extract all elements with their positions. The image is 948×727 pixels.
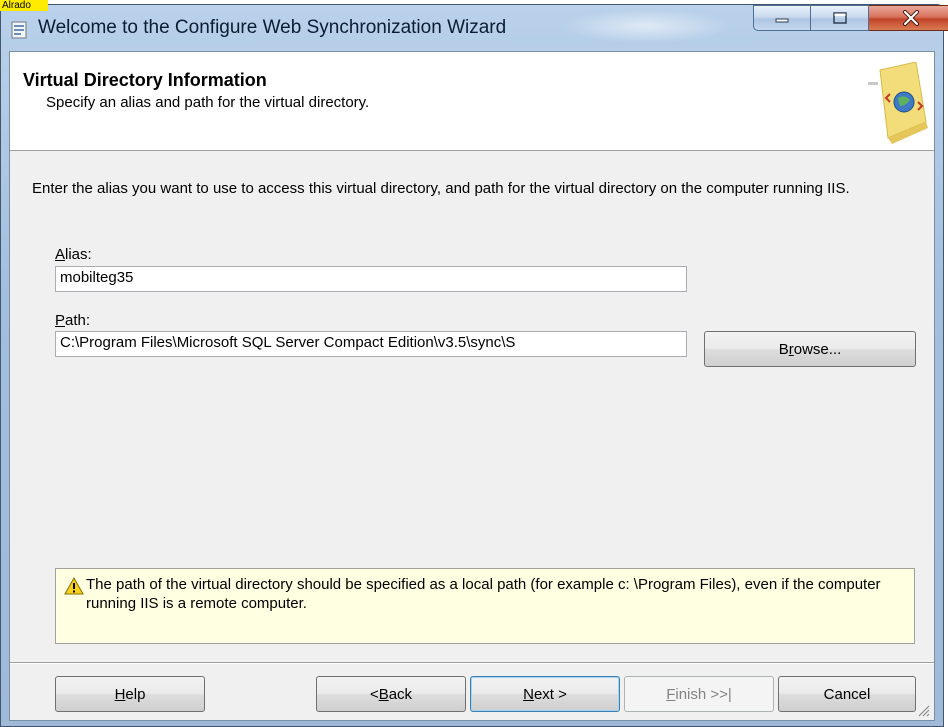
finish-label-mnemonic: F xyxy=(666,685,676,703)
caption-buttons xyxy=(753,5,948,31)
web-sync-globe-graphic xyxy=(868,62,928,144)
title-glass-highlight xyxy=(561,9,731,43)
wizard-app-icon[interactable] xyxy=(11,21,27,39)
finish-label-text: inish >>| xyxy=(675,685,732,703)
alias-label: Alias: xyxy=(55,246,92,263)
title-bar[interactable]: Welcome to the Configure Web Synchroniza… xyxy=(1,5,948,49)
warning-panel: The path of the virtual directory should… xyxy=(55,568,915,644)
warning-text: The path of the virtual directory should… xyxy=(86,576,881,612)
minimize-icon xyxy=(775,18,789,23)
help-label-mnemonic: H xyxy=(114,685,126,703)
help-button[interactable]: Help xyxy=(55,676,205,712)
path-label-text: ath: xyxy=(65,312,91,329)
page-title: Virtual Directory Information xyxy=(23,70,267,90)
close-icon xyxy=(902,10,919,26)
next-button[interactable]: Next > xyxy=(470,676,620,712)
browse-label-pre: B xyxy=(778,340,789,358)
back-button[interactable]: < Back xyxy=(316,676,466,712)
back-label-pre: < xyxy=(369,685,379,703)
finish-button[interactable]: Finish >>| xyxy=(624,676,774,712)
help-label-text: elp xyxy=(125,685,146,703)
browse-button[interactable]: Br owse... xyxy=(704,331,916,367)
maximize-button[interactable] xyxy=(811,5,869,31)
next-label-text: ext > xyxy=(533,685,567,703)
minimize-button[interactable] xyxy=(753,5,811,31)
instructions-text: Enter the alias you want to use to acces… xyxy=(32,180,850,197)
path-label: Path: xyxy=(55,312,90,329)
highlighted-label: Alrado xyxy=(0,0,48,11)
window-title: Welcome to the Configure Web Synchroniza… xyxy=(38,17,507,38)
path-input[interactable]: C:\Program Files\Microsoft SQL Server Co… xyxy=(55,331,687,357)
maximize-icon xyxy=(832,12,847,24)
wizard-client-area: Virtual Directory Information Specify an… xyxy=(9,51,935,721)
cancel-button[interactable]: Cancel xyxy=(778,676,916,712)
resize-grip-icon[interactable] xyxy=(916,703,930,717)
warning-icon xyxy=(64,577,84,595)
wizard-window: Welcome to the Configure Web Synchroniza… xyxy=(0,4,948,727)
close-button[interactable] xyxy=(869,5,948,31)
alias-label-mnemonic: A xyxy=(55,246,66,263)
back-label-text: ack xyxy=(388,685,413,703)
page-header: Virtual Directory Information Specify an… xyxy=(10,52,934,151)
footer-separator xyxy=(10,662,934,664)
next-label-mnemonic: N xyxy=(523,685,534,703)
alias-input[interactable]: mobilteg35 xyxy=(55,266,687,292)
back-label-mnemonic: B xyxy=(378,685,389,703)
path-label-mnemonic: P xyxy=(55,312,66,329)
browse-label-post: owse... xyxy=(793,340,842,358)
alias-label-text: lias: xyxy=(65,246,92,263)
page-subtitle: Specify an alias and path for the virtua… xyxy=(46,94,370,111)
